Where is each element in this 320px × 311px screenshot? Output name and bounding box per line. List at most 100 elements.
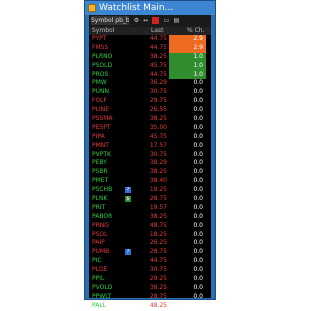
pct-change-cell: 0.0 [193, 275, 203, 283]
col-last[interactable]: Last [151, 27, 164, 35]
table-row[interactable]: PVOLD 38.25 0.0 [89, 284, 211, 293]
pct-change-cell: 0.0 [193, 266, 203, 274]
last-cell: 19.57 [149, 203, 167, 211]
table-row[interactable]: PSBR 38.25 0.0 [89, 168, 211, 177]
last-cell: 30.75 [149, 88, 167, 96]
pct-change-cell: 0.0 [193, 230, 203, 238]
table-row[interactable]: PSOLD 45.75 1.0 [89, 61, 211, 71]
gear-icon[interactable]: ⚙ [133, 17, 140, 24]
pct-change-cell: 1.0 [169, 70, 206, 80]
last-cell: 28.75 [149, 195, 167, 203]
info-icon[interactable]: ? [125, 249, 131, 256]
table-row[interactable]: FOLF 29.75 0.0 [89, 97, 211, 106]
last-cell: 38.25 [149, 52, 167, 60]
pct-change-cell: 0.0 [193, 123, 203, 131]
col-symbol[interactable]: Symbol [92, 27, 114, 35]
symbol-cell: PSOL [92, 230, 108, 238]
table-row[interactable]: PROS 44.75 1.0 [89, 70, 211, 80]
symbol-cell: PALL [92, 301, 107, 309]
symbol-cell: PROS [92, 70, 109, 78]
table-row[interactable]: PABOR 38.25 0.0 [89, 213, 211, 222]
symbol-cell: FMSS [92, 43, 109, 51]
symbol-cell: PABOR [92, 212, 113, 220]
last-cell: 29.25 [149, 275, 167, 283]
symbol-cell: PIPA [92, 132, 105, 140]
table-row[interactable]: PMW 36.29 0.0 [89, 79, 211, 88]
symbol-cell: PSSMA [92, 115, 113, 123]
symbol-cell: PUNN [92, 88, 109, 96]
dollar-icon[interactable]: $ [125, 196, 131, 203]
symbol-cell: PLRNO [92, 52, 113, 60]
table-row[interactable]: PEBY 38.29 0.0 [89, 159, 211, 168]
col-pct-change[interactable]: % Ch. [187, 27, 205, 35]
symbol-cell: PPIL [92, 275, 105, 283]
table-row[interactable]: PRNG 48.75 0.0 [89, 222, 211, 231]
table-row[interactable]: PVPTK 30.75 0.0 [89, 151, 211, 160]
symbol-cell: PRNG [92, 221, 109, 229]
pct-change-cell: 0.0 [193, 141, 203, 149]
watchlist-panel: Symbol pb_b... ⚙ ↔ ▭ ▤ Symbol Last % Ch.… [89, 15, 211, 309]
pct-change-cell: 0.0 [193, 79, 203, 87]
pct-change-cell: 0.0 [193, 106, 203, 114]
table-row[interactable]: PSCHB? 19.25 0.0 [89, 186, 211, 195]
watchlist-selector[interactable]: Symbol pb_b... [91, 16, 129, 25]
symbol-cell: PVOLD [92, 283, 113, 291]
pct-change-cell: 0.0 [193, 257, 203, 265]
pct-change-cell: 0.0 [193, 248, 203, 256]
pct-change-cell: 2.9 [169, 43, 206, 53]
table-row[interactable]: PUNN 30.75 0.0 [89, 88, 211, 97]
stop-icon[interactable] [152, 17, 159, 24]
toolbar: Symbol pb_b... ⚙ ↔ ▭ ▤ [89, 15, 211, 27]
print-icon[interactable]: ▭ [163, 17, 170, 24]
title-bar[interactable]: Watchlist Main... [85, 1, 215, 15]
last-cell: 28.75 [149, 248, 167, 256]
symbol-cell: PEBY [92, 159, 107, 167]
arrows-icon[interactable]: ↔ [142, 17, 149, 24]
table-row[interactable]: PSOL 18.25 0.0 [89, 231, 211, 240]
last-cell: 18.25 [149, 230, 167, 238]
table-row[interactable]: PIPA 45.75 0.0 [89, 133, 211, 142]
table-row[interactable]: PALL 48.25 0.0 [89, 302, 211, 311]
info-icon[interactable]: ? [125, 187, 131, 194]
last-cell: 36.29 [149, 79, 167, 87]
table-row[interactable]: PAIP 26.25 0.0 [89, 239, 211, 248]
pct-change-cell: 0.0 [193, 88, 203, 96]
pct-change-cell: 1.0 [169, 52, 206, 62]
last-cell: 38.40 [149, 177, 167, 185]
last-cell: 38.29 [149, 159, 167, 167]
table-row[interactable]: PLRNO 38.25 1.0 [89, 52, 211, 62]
table-row[interactable]: PPIL 29.25 0.0 [89, 275, 211, 284]
symbol-cell: PLNK [92, 195, 108, 203]
last-cell: 38.25 [149, 212, 167, 220]
symbol-cell: PVPTK [92, 150, 111, 158]
table-row[interactable]: PMNT 17.57 0.0 [89, 142, 211, 151]
table-row[interactable]: PIC 44.75 0.0 [89, 257, 211, 266]
table-row[interactable]: PUMB? 28.75 0.0 [89, 248, 211, 257]
last-cell: 30.75 [149, 266, 167, 274]
pct-change-cell: 2.9 [169, 35, 206, 44]
table-row[interactable]: PYPT 44.75 2.9 [89, 35, 211, 44]
pct-change-cell: 0.0 [193, 195, 203, 203]
symbol-cell: PPWLT [92, 292, 112, 300]
table-row[interactable]: PSSMA 38.25 0.0 [89, 115, 211, 124]
table-row[interactable]: PLINE 26.55 0.0 [89, 106, 211, 115]
symbol-cell: PESPT [92, 123, 111, 131]
table-row[interactable]: PESPT 35.00 0.0 [89, 124, 211, 133]
symbol-cell: FOLF [92, 97, 107, 105]
last-cell: 35.00 [149, 123, 167, 131]
table-row[interactable]: PRIT 19.57 0.0 [89, 204, 211, 213]
column-header: Symbol Last % Ch. [89, 27, 211, 35]
table-row[interactable]: PLDE 30.75 0.0 [89, 266, 211, 275]
table-row[interactable]: PPWLT 28.75 0.0 [89, 293, 211, 302]
table-row[interactable]: PMET 38.40 0.0 [89, 177, 211, 186]
pct-change-cell: 0.0 [193, 97, 203, 105]
pct-change-cell: 1.0 [169, 61, 206, 71]
pct-change-cell: 0.0 [193, 150, 203, 158]
pct-change-cell: 0.0 [193, 186, 203, 194]
chart-icon[interactable]: ▤ [173, 17, 180, 24]
table-row[interactable]: FMSS 44.75 2.9 [89, 43, 211, 53]
pct-change-cell: 0.0 [193, 221, 203, 229]
last-cell: 48.25 [149, 301, 167, 309]
symbol-cell: PRIT [92, 203, 106, 211]
table-row[interactable]: PLNK $28.75 0.0 [89, 195, 211, 204]
